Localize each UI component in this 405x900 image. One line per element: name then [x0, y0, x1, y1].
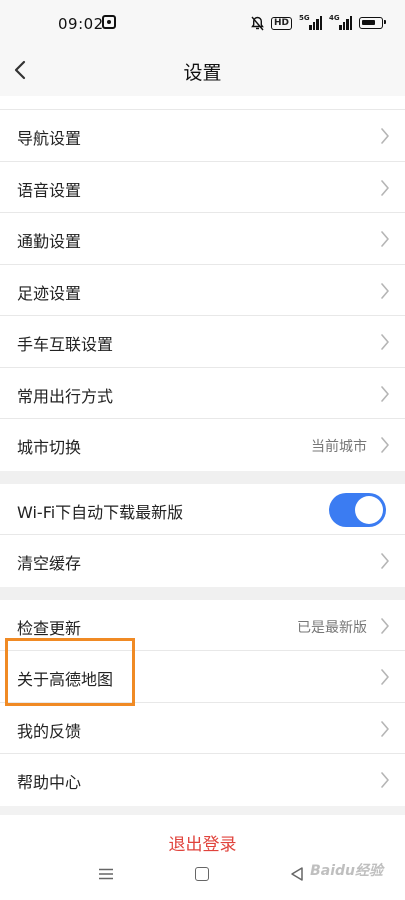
row-label: 清空缓存 [17, 554, 82, 573]
header-bar: 设置 [0, 46, 405, 96]
chevron-right-icon [381, 231, 389, 247]
list-top-strip [0, 96, 405, 110]
row-label: 城市切换 [17, 438, 82, 457]
chevron-right-icon [381, 334, 389, 350]
settings-row-travel-mode[interactable]: 常用出行方式 [0, 368, 405, 419]
settings-row-check-update[interactable]: 检查更新 已是最新版 [0, 600, 405, 651]
chevron-right-icon [381, 772, 389, 788]
signal-4g-icon: 4G [329, 14, 352, 30]
back-triangle-icon[interactable] [290, 866, 304, 882]
row-label: 通勤设置 [17, 232, 82, 251]
status-bar: 09:02 HD 5G 4G [0, 0, 405, 46]
bell-muted-icon [251, 16, 264, 31]
group-divider [0, 470, 405, 484]
row-label: 足迹设置 [17, 283, 82, 303]
chevron-right-icon [381, 437, 389, 453]
home-icon[interactable] [195, 867, 209, 881]
row-label: 检查更新 [17, 618, 82, 638]
row-label: 关于高德地图 [17, 670, 114, 689]
settings-row-help-center[interactable]: 帮助中心 [0, 754, 405, 806]
chevron-right-icon [381, 179, 389, 196]
settings-row-navigation[interactable]: 导航设置 [0, 110, 405, 162]
settings-group-storage: Wi-Fi下自动下载最新版 清空缓存 [0, 483, 405, 587]
settings-row-commute[interactable]: 通勤设置 [0, 213, 405, 265]
watermark: Baidu经验 [310, 863, 383, 879]
page-title: 设置 [183, 62, 222, 84]
status-time: 09:02 [58, 15, 104, 33]
row-label: 导航设置 [17, 129, 82, 148]
chevron-right-icon [381, 617, 389, 634]
toggle-knob [355, 495, 383, 524]
settings-row-city-switch[interactable]: 城市切换 当前城市 [0, 419, 405, 471]
signal-5g-icon: 5G [299, 14, 322, 30]
settings-row-wifi-auto-download: Wi-Fi下自动下载最新版 [0, 484, 405, 535]
wifi-auto-download-toggle[interactable] [329, 492, 386, 527]
current-city-value: 当前城市 [311, 439, 367, 455]
status-icons: HD 5G 4G [251, 13, 386, 33]
update-status-value: 已是最新版 [297, 619, 367, 636]
chevron-right-icon [381, 553, 389, 569]
row-label: Wi-Fi下自动下载最新版 [17, 502, 184, 522]
menu-icon[interactable] [98, 868, 114, 880]
logout-button[interactable]: 退出登录 [0, 830, 405, 855]
row-label: 手车互联设置 [17, 335, 114, 354]
chevron-right-icon [381, 128, 389, 144]
group-divider [0, 586, 405, 600]
row-label: 语音设置 [17, 180, 82, 200]
settings-row-phone-car-link[interactable]: 手车互联设置 [0, 316, 405, 368]
settings-row-clear-cache[interactable]: 清空缓存 [0, 535, 405, 587]
row-label: 我的反馈 [17, 721, 82, 741]
chevron-right-icon [381, 385, 389, 402]
settings-row-voice[interactable]: 语音设置 [0, 162, 405, 213]
settings-list: 导航设置 语音设置 通勤设置 足迹设置 手车互联设置 常用出行方式 城市切换 当… [0, 96, 405, 806]
hd-badge: HD [270, 16, 292, 30]
chevron-right-icon [381, 669, 389, 685]
row-label: 帮助中心 [17, 773, 82, 792]
app-notification-icon [102, 15, 116, 29]
chevron-right-icon [381, 282, 389, 299]
settings-group-about: 检查更新 已是最新版 关于高德地图 我的反馈 帮助中心 [0, 599, 405, 806]
chevron-right-icon [381, 720, 389, 737]
row-label: 常用出行方式 [17, 386, 114, 406]
settings-row-feedback[interactable]: 我的反馈 [0, 703, 405, 754]
settings-row-about-amap[interactable]: 关于高德地图 [0, 651, 405, 703]
settings-group-general: 导航设置 语音设置 通勤设置 足迹设置 手车互联设置 常用出行方式 城市切换 当… [0, 110, 405, 471]
settings-row-footprint[interactable]: 足迹设置 [0, 265, 405, 316]
battery-icon [359, 17, 386, 29]
